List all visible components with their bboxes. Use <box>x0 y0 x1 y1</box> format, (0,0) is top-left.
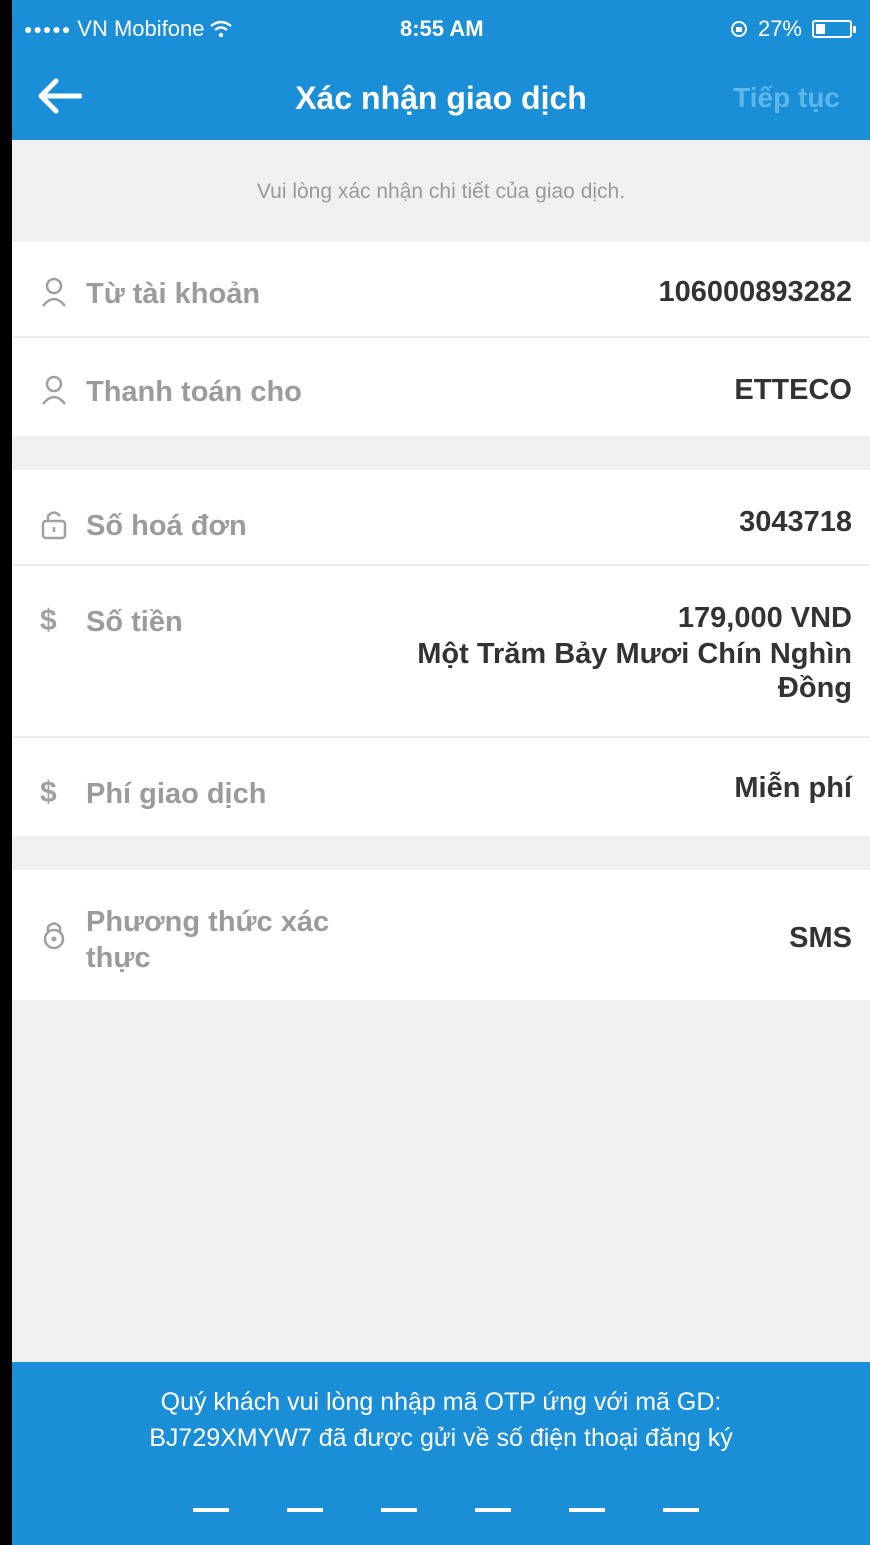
auth-method-label-line1: Phương thức xác <box>86 906 330 938</box>
otp-digit-slot[interactable] <box>663 1508 699 1512</box>
status-time: 8:55 AM <box>400 16 484 41</box>
amount-in-words-line2: Đồng <box>777 672 852 704</box>
otp-digit-slot[interactable] <box>381 1508 417 1512</box>
pay-to-value: ETTECO <box>734 374 852 406</box>
row-pay-to: Thanh toán cho ETTECO <box>12 338 870 436</box>
row-from-account: Từ tài khoản 106000893282 <box>12 242 870 338</box>
section-accounts: Từ tài khoản 106000893282 Thanh toán cho… <box>12 242 870 436</box>
section-invoice: Số hoá đơn 3043718 $ Số tiền 179,000 VND… <box>12 470 870 836</box>
section-auth-method: Phương thức xác thực SMS <box>12 870 870 1000</box>
wifi-icon <box>210 20 233 38</box>
pay-to-label: Thanh toán cho <box>86 376 302 408</box>
amount-value: 179,000 VND <box>677 602 852 634</box>
padlock-icon <box>43 922 65 950</box>
amount-in-words-line1: Một Trăm Bảy Mươi Chín Nghìn <box>417 638 852 670</box>
otp-message: Quý khách vui lòng nhập mã OTP ứng với m… <box>12 1384 870 1456</box>
continue-button[interactable]: Tiếp tục <box>733 82 840 114</box>
otp-message-line2: BJ729XMYW7 đã được gửi về số điện thoại … <box>149 1424 733 1452</box>
lock-icon <box>41 511 67 540</box>
otp-input[interactable] <box>193 1508 699 1512</box>
orientation-lock-icon <box>730 21 747 37</box>
invoice-number-label: Số hoá đơn <box>86 510 247 542</box>
invoice-number-value: 3043718 <box>739 506 852 538</box>
dollar-icon: $ <box>40 604 57 637</box>
nav-bar: Xác nhận giao dịch Tiếp tục <box>12 60 870 140</box>
battery-fill <box>816 24 825 34</box>
header: ●●●●● VN Mobifone 8:55 AM 27% Xác nhận g… <box>12 0 870 140</box>
row-auth-method: Phương thức xác thực SMS <box>12 870 870 1000</box>
user-icon <box>42 277 66 307</box>
row-invoice-number: Số hoá đơn 3043718 <box>12 470 870 566</box>
otp-digit-slot[interactable] <box>287 1508 323 1512</box>
auth-method-label: Phương thức xác thực <box>86 904 329 976</box>
from-account-value: 106000893282 <box>658 276 852 308</box>
row-amount: $ Số tiền 179,000 VND Một Trăm Bảy Mươi … <box>12 566 870 738</box>
dollar-icon: $ <box>40 776 57 809</box>
status-bar: ●●●●● VN Mobifone 8:55 AM 27% <box>12 0 870 60</box>
carrier-name: VN Mobifone <box>77 16 205 41</box>
otp-digit-slot[interactable] <box>475 1508 511 1512</box>
instruction-text: Vui lòng xác nhận chi tiết của giao dịch… <box>256 180 626 203</box>
otp-panel: Quý khách vui lòng nhập mã OTP ứng với m… <box>12 1362 870 1545</box>
otp-digit-slot[interactable] <box>569 1508 605 1512</box>
screen: ●●●●● VN Mobifone 8:55 AM 27% Xác nhận g… <box>12 0 870 1545</box>
carrier: ●●●●● VN Mobifone <box>24 16 233 42</box>
auth-method-value: SMS <box>789 922 852 954</box>
signal-icon: ●●●●● <box>24 21 72 37</box>
auth-method-label-line2: thực <box>86 942 151 974</box>
from-account-label: Từ tài khoản <box>86 278 261 310</box>
fee-label: Phí giao dịch <box>86 778 267 810</box>
otp-digit-slot[interactable] <box>193 1508 229 1512</box>
amount-label: Số tiền <box>86 606 183 638</box>
battery-percent: 27% <box>757 16 802 41</box>
fee-value: Miễn phí <box>734 772 852 804</box>
status-right: 27% <box>730 16 856 42</box>
battery-icon <box>812 20 856 38</box>
otp-message-line1: Quý khách vui lòng nhập mã OTP ứng với m… <box>160 1388 722 1416</box>
user-icon <box>42 375 66 405</box>
row-transaction-fee: $ Phí giao dịch Miễn phí <box>12 738 870 836</box>
